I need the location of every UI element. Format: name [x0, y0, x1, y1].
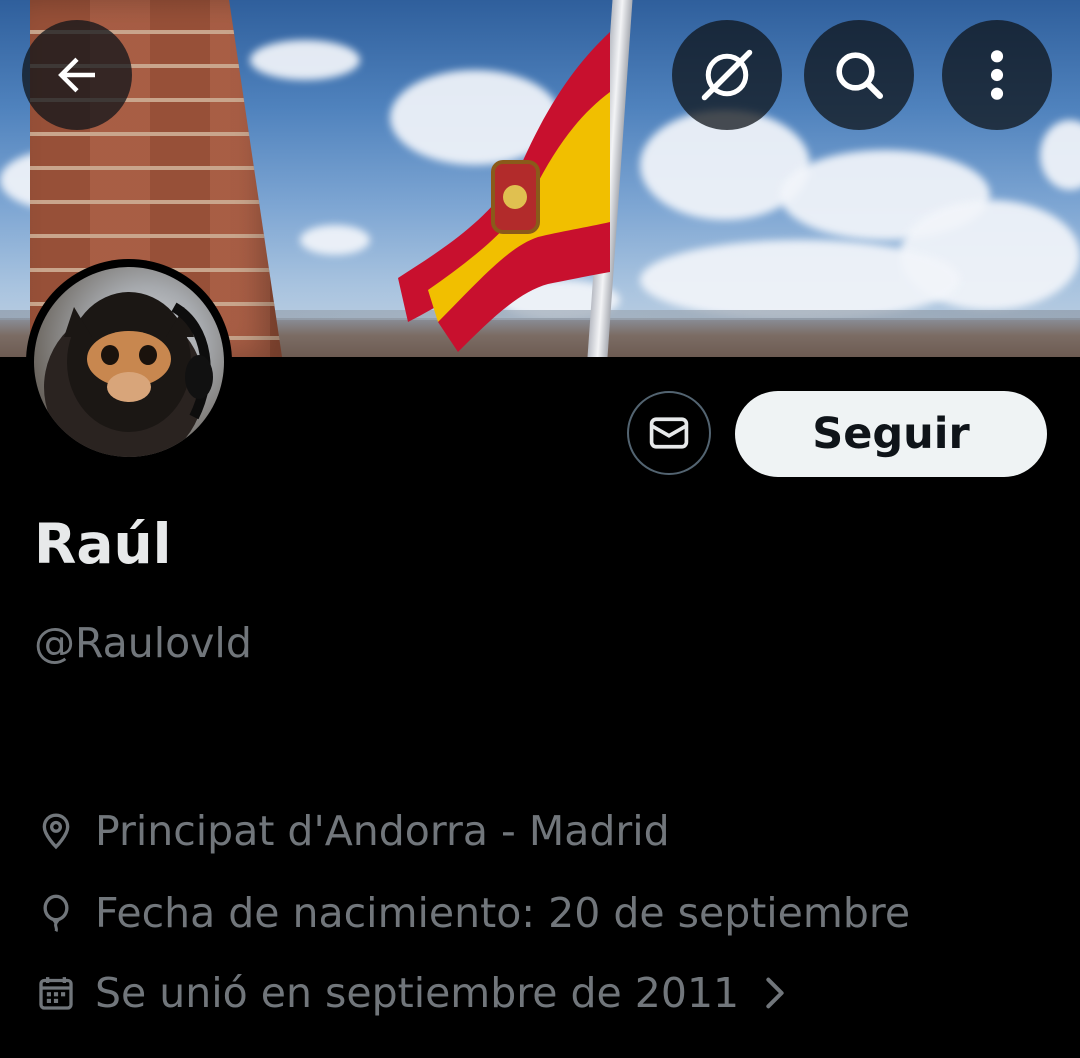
grok-button[interactable] — [672, 20, 782, 130]
birthday-row: Fecha de nacimiento: 20 de septiembre — [34, 885, 910, 941]
search-icon — [836, 52, 884, 100]
birthday-text: Fecha de nacimiento: 20 de septiembre — [95, 889, 911, 937]
search-button[interactable] — [804, 20, 914, 130]
display-name: Raúl — [34, 512, 172, 576]
back-button[interactable] — [22, 20, 132, 130]
avatar[interactable] — [26, 259, 232, 465]
chevron-right-icon — [761, 973, 789, 1013]
calendar-icon — [34, 971, 78, 1015]
avatar-image — [34, 267, 224, 457]
joined-text: Se unió en septiembre de 2011 — [95, 969, 740, 1017]
location-pin-icon — [34, 809, 78, 853]
envelope-icon — [649, 417, 689, 449]
more-button[interactable] — [942, 20, 1052, 130]
arrow-left-icon — [58, 57, 95, 93]
spain-flag — [398, 32, 610, 352]
grok-icon — [701, 49, 753, 101]
joined-row[interactable]: Se unió en septiembre de 2011 — [34, 965, 789, 1021]
follow-button[interactable]: Seguir — [735, 391, 1047, 477]
more-vertical-icon — [990, 50, 1004, 100]
username-handle: @Raulovld — [34, 619, 252, 667]
location-row: Principat d'Andorra - Madrid — [34, 803, 670, 859]
location-text: Principat d'Andorra - Madrid — [95, 807, 670, 855]
message-button[interactable] — [627, 391, 711, 475]
balloon-icon — [34, 891, 78, 935]
